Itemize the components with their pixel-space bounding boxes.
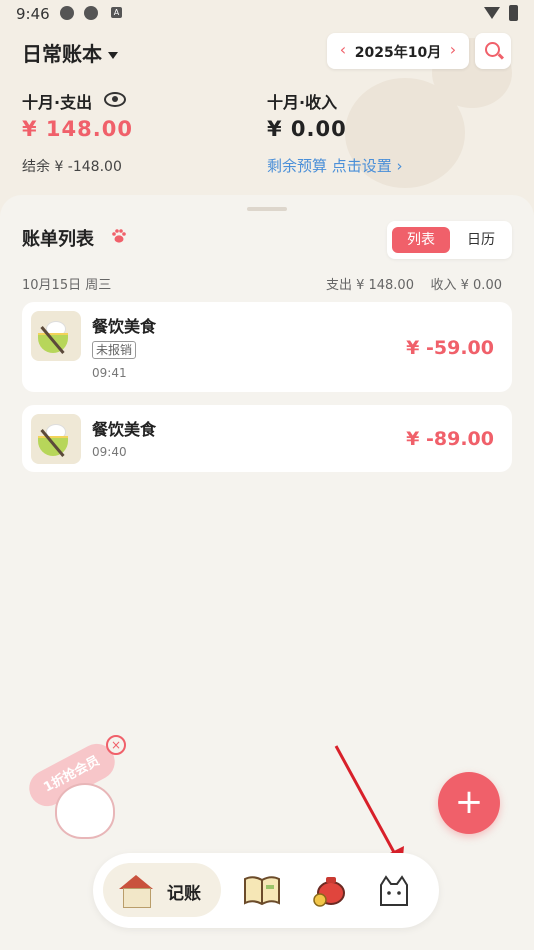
day-date: 10月15日 周三	[22, 278, 112, 293]
view-toggle: 列表 日历	[387, 221, 512, 259]
bill-list-title: 账单列表	[22, 229, 94, 250]
bill-category: 餐饮美食	[92, 317, 157, 336]
income-label: 十月·收入	[267, 93, 338, 112]
bill-item[interactable]: 餐饮美食 09:40 ¥ -89.00	[22, 405, 512, 472]
wifi-icon	[484, 7, 500, 19]
prev-month-button[interactable]: ‹	[333, 40, 353, 59]
money-bag-icon[interactable]	[311, 873, 349, 907]
budget-setting-link[interactable]: 剩余预算 点击设置 ›	[267, 155, 403, 176]
bill-category: 餐饮美食	[92, 420, 157, 439]
search-button[interactable]	[475, 33, 511, 69]
income-amount: ¥ 0.00	[267, 117, 347, 141]
tab-list[interactable]: 列表	[392, 227, 450, 253]
bill-amount: ¥ -89.00	[406, 428, 494, 450]
battery-icon	[509, 5, 518, 21]
month-label[interactable]: 2025年10月	[353, 42, 443, 62]
bill-amount: ¥ -59.00	[406, 337, 494, 359]
cat-profile-icon[interactable]	[375, 873, 413, 907]
expense-amount: ¥ 148.00	[22, 117, 133, 141]
status-bar: 9:46 A	[0, 0, 534, 28]
bill-time: 09:40	[92, 445, 127, 459]
house-cat-icon	[119, 875, 153, 908]
day-totals: 支出 ¥ 148.00 收入 ¥ 0.00	[325, 278, 502, 293]
balance-text: 结余 ¥ -148.00	[22, 159, 122, 175]
notification-icon	[60, 6, 74, 20]
bill-item[interactable]: 餐饮美食 未报销 09:41 ¥ -59.00	[22, 302, 512, 392]
reimburse-tag: 未报销	[92, 341, 137, 359]
search-icon-handle	[497, 53, 505, 60]
roof-shape	[119, 875, 153, 889]
add-record-button[interactable]: +	[438, 772, 500, 834]
next-month-button[interactable]: ›	[443, 40, 463, 59]
caret-down-icon	[108, 52, 118, 59]
food-category-icon	[31, 414, 81, 464]
house-body-shape	[123, 888, 151, 908]
vip-promo[interactable]: 1折抢会员 ×	[20, 735, 140, 845]
eye-icon[interactable]	[104, 92, 126, 107]
bill-time: 09:41	[92, 366, 127, 380]
month-picker: ‹ 2025年10月 ›	[327, 33, 469, 69]
app-notification-icon: A	[111, 7, 122, 18]
tab-calendar[interactable]: 日历	[455, 227, 507, 253]
expense-label: 十月·支出	[22, 93, 93, 112]
book-icon[interactable]	[243, 873, 281, 907]
food-category-icon	[31, 311, 81, 361]
paw-icon	[112, 229, 126, 243]
cat-mascot-icon	[55, 783, 115, 839]
bottom-nav: 记账	[93, 853, 439, 928]
status-time: 9:46	[16, 5, 50, 23]
notification-icon	[84, 6, 98, 20]
sheet-handle[interactable]	[247, 207, 287, 211]
close-icon[interactable]: ×	[106, 735, 126, 755]
book-name: 日常账本	[22, 42, 102, 66]
nav-item-record[interactable]: 记账	[103, 863, 221, 917]
nav-record-label: 记账	[167, 884, 201, 904]
book-selector[interactable]: 日常账本	[22, 38, 118, 67]
